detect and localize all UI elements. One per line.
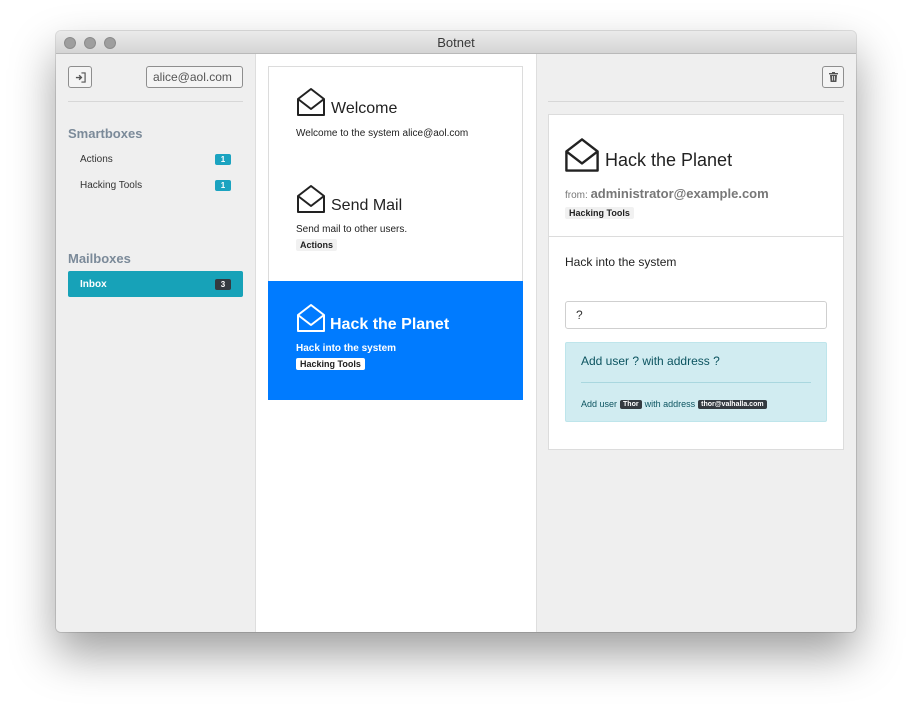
parameter-input[interactable]: ? (565, 301, 827, 329)
window-title: Botnet (437, 35, 475, 50)
from-line: from: administrator@example.com (565, 186, 769, 201)
envelope-open-icon (297, 185, 325, 213)
smartbox-label: Hacking Tools (80, 179, 143, 191)
message-title: Send Mail (331, 197, 403, 214)
smartbox-item-hacking-tools[interactable]: Hacking Tools 1 (68, 172, 243, 198)
action-user-tag: Thor (620, 399, 642, 409)
message-tags: Hacking Tools (296, 358, 365, 370)
message-preview: Send mail to other users. (296, 224, 408, 235)
sidebar-divider (68, 101, 243, 102)
title-bar: Botnet (56, 31, 856, 54)
message-title: Welcome (331, 100, 398, 117)
detail-body-text: Hack into the system (565, 255, 677, 269)
detail-title: Hack the Planet (605, 150, 733, 170)
message-card-selected[interactable]: Hack the Planet Hack into the system Hac… (268, 281, 523, 400)
detail-divider (548, 101, 844, 102)
app-window: Botnet alice@aol.com Smartboxes Actions … (56, 31, 856, 632)
mailboxes-heading: Mailboxes (68, 251, 131, 266)
envelope-open-icon (297, 88, 325, 116)
account-email: alice@aol.com (153, 70, 232, 84)
message-preview: Welcome to the system alice@aol.com (296, 128, 469, 139)
envelope-open-icon (297, 304, 325, 332)
smartbox-item-actions[interactable]: Actions 1 (68, 146, 243, 172)
action-example: Add user Thor with address thor@valhalla… (581, 399, 767, 409)
message-body-card: Hack into the system ? Add user ? with a… (548, 236, 844, 450)
from-label: from: (565, 190, 588, 201)
envelope-open-icon (565, 138, 599, 172)
smartbox-label: Actions (80, 153, 113, 165)
message-detail: Hack the Planet from: administrator@exam… (537, 54, 856, 632)
action-address-tag: thor@valhalla.com (698, 399, 767, 409)
message-tag: Hacking Tools (296, 358, 365, 370)
action-text: with address (644, 399, 696, 409)
mailbox-count-badge: 3 (215, 279, 231, 290)
smartbox-count-badge: 1 (215, 154, 231, 165)
action-text: Add user (581, 399, 618, 409)
delete-button[interactable] (822, 66, 844, 88)
mailbox-item-inbox[interactable]: Inbox 3 (68, 271, 243, 297)
logout-button[interactable] (68, 66, 92, 88)
sign-out-icon (75, 71, 86, 83)
sidebar: alice@aol.com Smartboxes Actions 1 Hacki… (56, 54, 256, 632)
action-info-box: Add user ? with address ? Add user Thor … (565, 342, 827, 422)
message-title: Hack the Planet (330, 316, 450, 333)
message-preview: Hack into the system (296, 343, 397, 354)
action-title: Add user ? with address ? (581, 354, 720, 368)
message-list: Welcome Welcome to the system alice@aol.… (256, 54, 537, 632)
account-button[interactable]: alice@aol.com (146, 66, 243, 88)
message-card[interactable]: Send Mail Send mail to other users. Acti… (268, 163, 523, 282)
from-address: administrator@example.com (590, 186, 769, 201)
message-tag: Actions (296, 239, 338, 251)
message-tags: Actions (296, 239, 338, 251)
action-divider (581, 382, 811, 383)
smartbox-count-badge: 1 (215, 180, 231, 191)
trash-icon (828, 72, 838, 82)
message-card[interactable]: Welcome Welcome to the system alice@aol.… (268, 66, 523, 164)
smartboxes-heading: Smartboxes (68, 126, 143, 141)
detail-tag: Hacking Tools (565, 207, 634, 219)
mailbox-label: Inbox (80, 278, 107, 290)
message-header-card: Hack the Planet from: administrator@exam… (548, 114, 844, 237)
detail-tags: Hacking Tools (565, 203, 634, 221)
